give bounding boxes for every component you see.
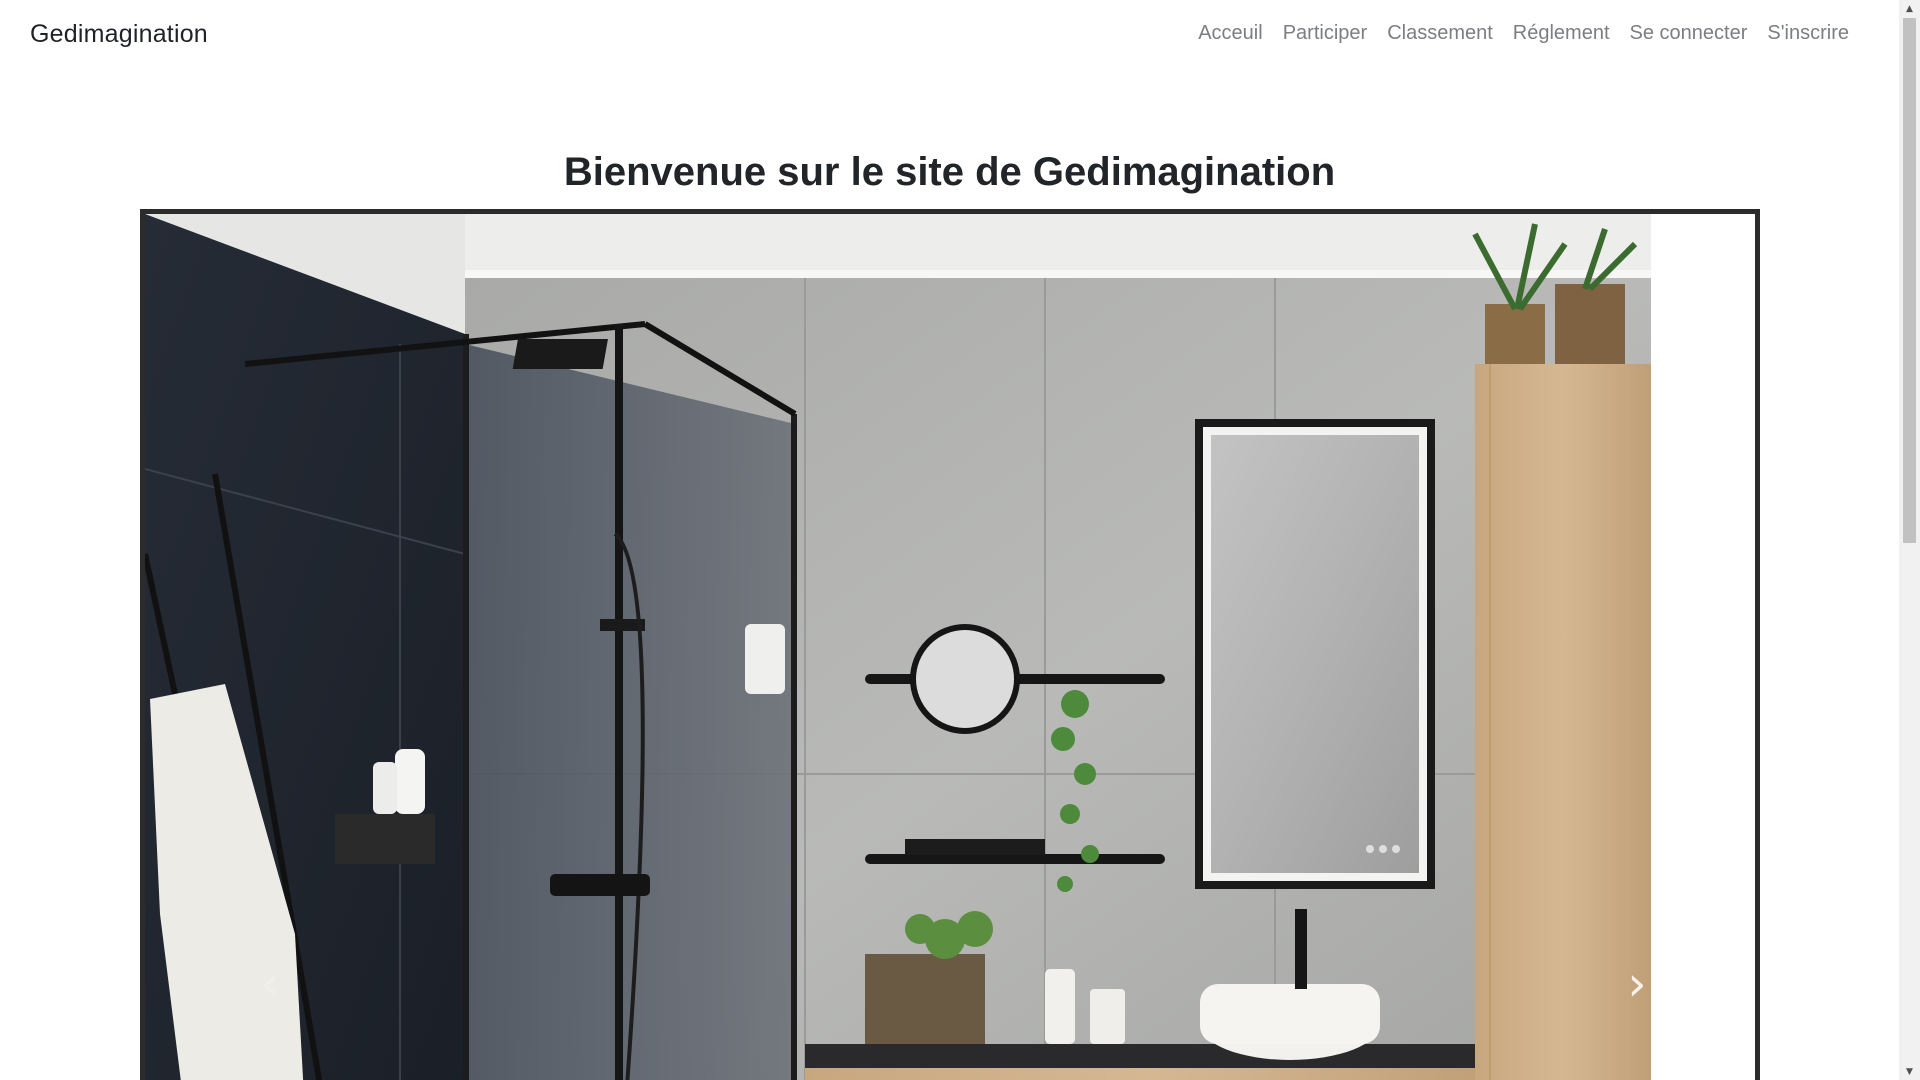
- brand-link[interactable]: Gedimagination: [30, 20, 208, 49]
- page-scrollbar[interactable]: ▲ ▼: [1899, 0, 1920, 1080]
- scroll-down-icon[interactable]: ▼: [1899, 1063, 1920, 1080]
- nav-link-classement[interactable]: Classement: [1377, 22, 1503, 45]
- nav-link-se-connecter[interactable]: Se connecter: [1620, 22, 1758, 45]
- nav-link-sinscrire[interactable]: S'inscrire: [1757, 22, 1859, 45]
- nav-link-reglement[interactable]: Réglement: [1503, 22, 1620, 45]
- carousel-slide-image: [145, 214, 1651, 1080]
- nav-link-acceuil[interactable]: Acceuil: [1188, 22, 1272, 45]
- navbar: Gedimagination Acceuil Participer Classe…: [0, 0, 1899, 74]
- nav-link-participer[interactable]: Participer: [1273, 22, 1377, 45]
- scroll-up-icon[interactable]: ▲: [1899, 0, 1920, 17]
- chevron-right-icon: ›: [1627, 956, 1647, 1012]
- carousel-next-button[interactable]: ›: [1617, 954, 1657, 1014]
- scroll-thumb[interactable]: [1903, 18, 1916, 543]
- carousel-prev-button[interactable]: ‹: [250, 954, 290, 1014]
- page: Gedimagination Acceuil Participer Classe…: [0, 0, 1899, 1080]
- nav-links: Acceuil Participer Classement Réglement …: [1188, 22, 1859, 45]
- page-title: Bienvenue sur le site de Gedimagination: [563, 150, 1336, 194]
- carousel: ‹ ›: [140, 209, 1760, 1080]
- chevron-left-icon: ‹: [260, 956, 280, 1012]
